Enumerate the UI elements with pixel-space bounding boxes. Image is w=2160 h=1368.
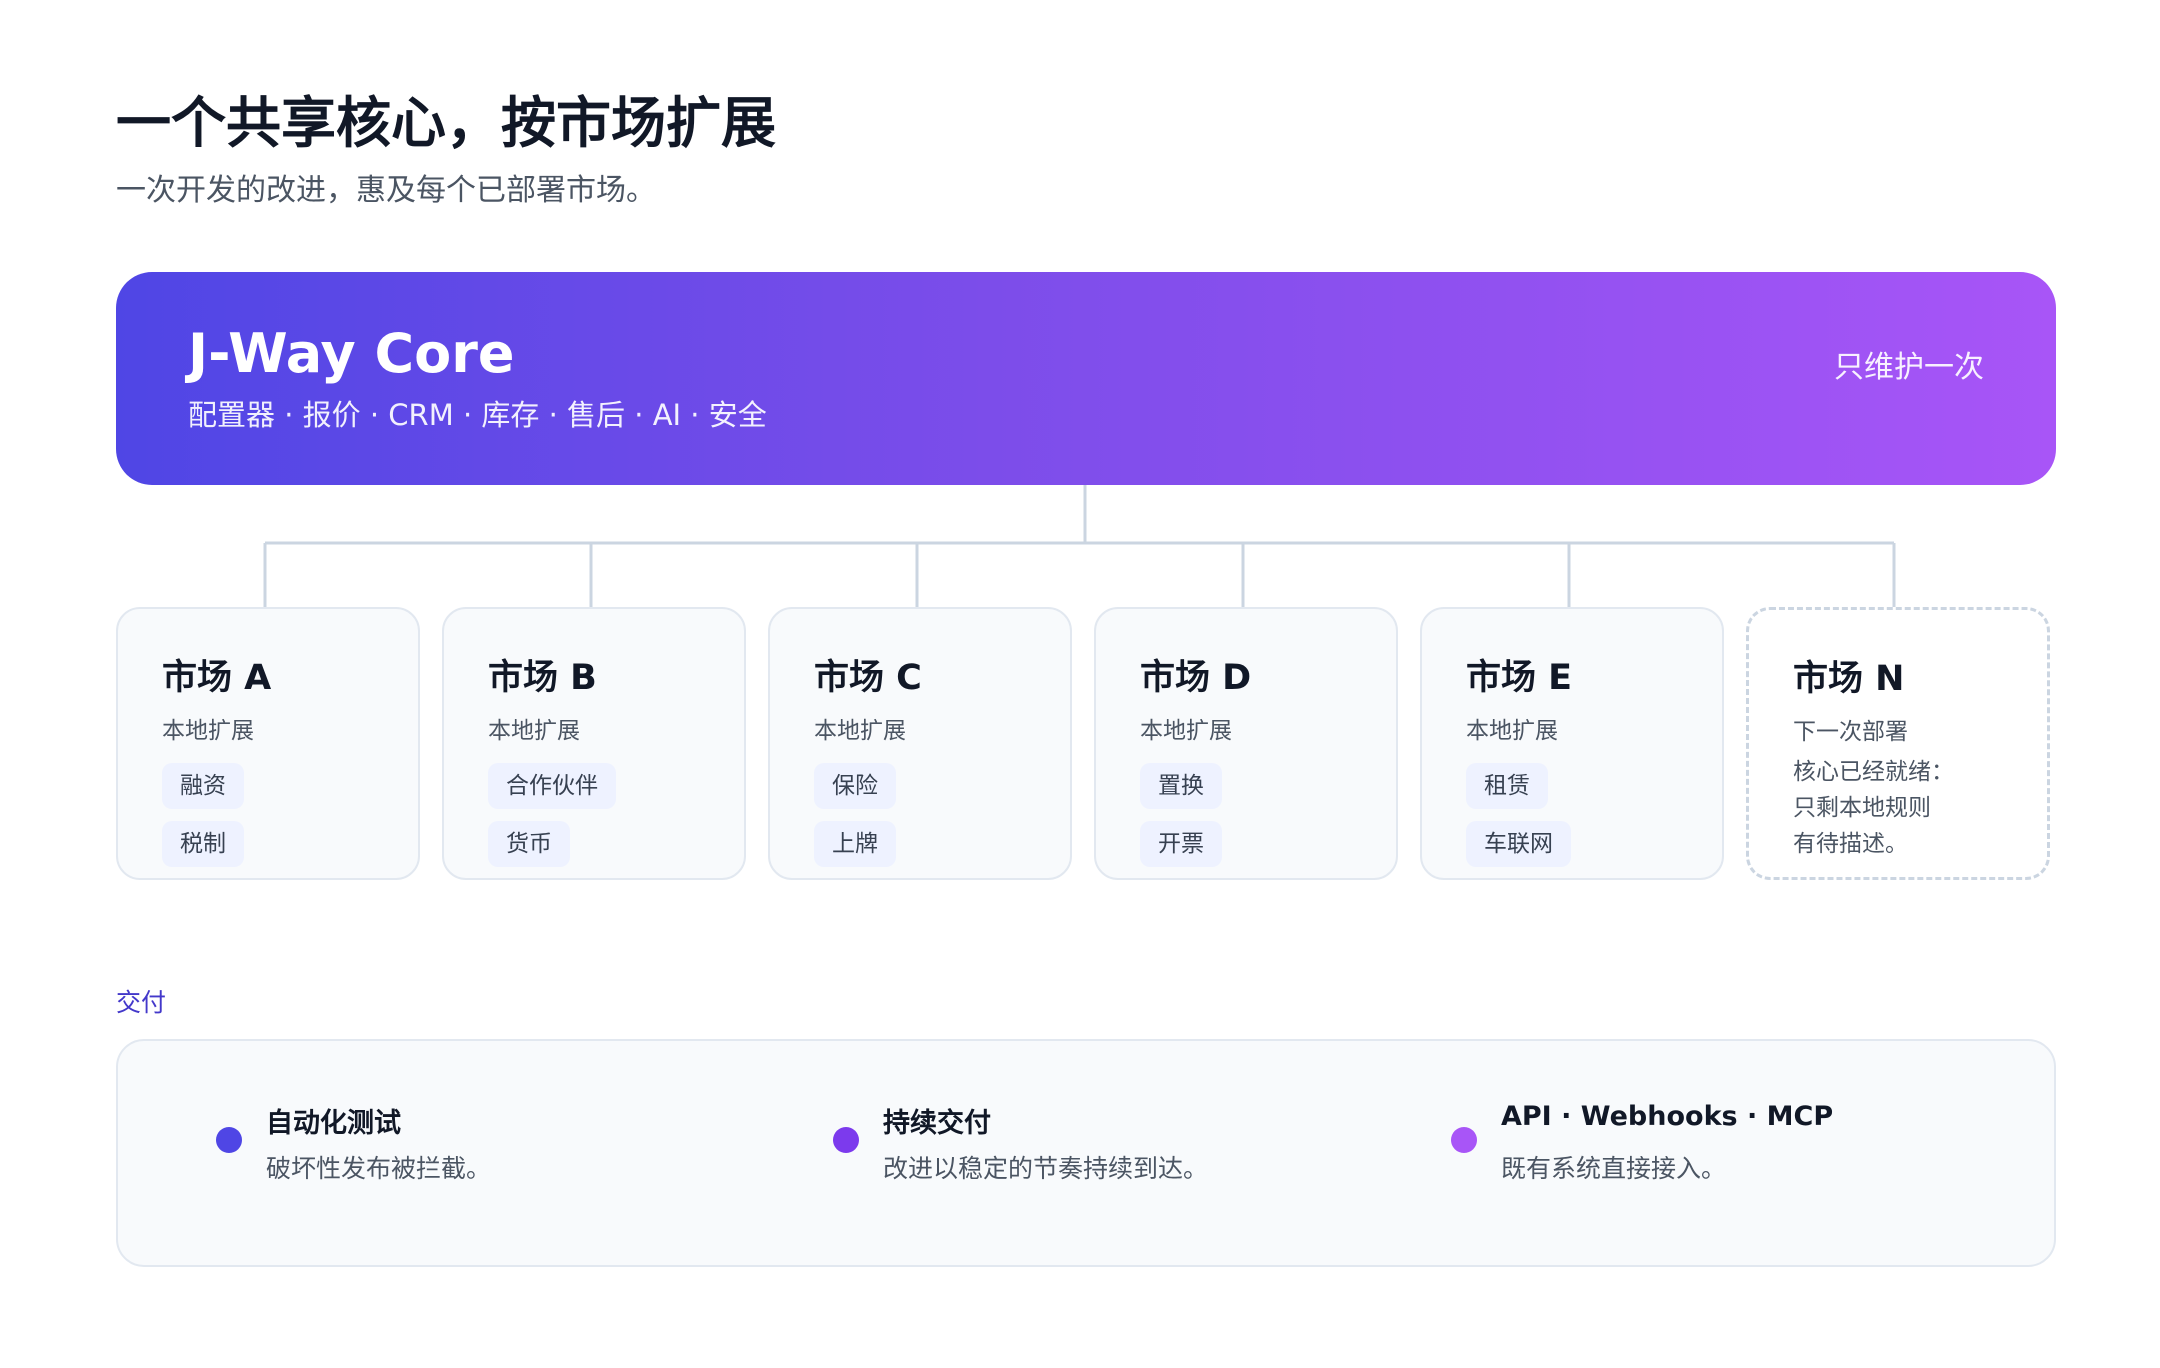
delivery-item-title: 持续交付 <box>883 1108 991 1139</box>
market-tag: 货币 <box>488 821 570 867</box>
market-subtitle: 本地扩展 <box>814 718 906 744</box>
delivery-item-desc: 改进以稳定的节奏持续到达。 <box>883 1154 1209 1183</box>
market-card-c: 市场 C 本地扩展 保险 上牌 <box>768 607 1072 880</box>
delivery-item-desc: 既有系统直接接入。 <box>1501 1154 1727 1183</box>
market-subtitle: 下一次部署 <box>1793 719 1908 745</box>
delivery-item-title: 自动化测试 <box>266 1108 401 1139</box>
market-tag: 保险 <box>814 763 896 809</box>
market-subtitle: 本地扩展 <box>162 718 254 744</box>
market-tag: 上牌 <box>814 821 896 867</box>
market-title: 市场 B <box>488 658 597 698</box>
market-tag: 置换 <box>1140 763 1222 809</box>
market-title: 市场 N <box>1793 659 1905 699</box>
market-subtitle: 本地扩展 <box>488 718 580 744</box>
market-tag: 开票 <box>1140 821 1222 867</box>
market-subtitle: 本地扩展 <box>1466 718 1558 744</box>
market-tag: 合作伙伴 <box>488 763 616 809</box>
market-title: 市场 C <box>814 658 922 698</box>
market-tag: 车联网 <box>1466 821 1571 867</box>
market-card-e: 市场 E 本地扩展 租赁 车联网 <box>1420 607 1724 880</box>
market-title: 市场 E <box>1466 658 1573 698</box>
market-subtitle: 本地扩展 <box>1140 718 1232 744</box>
delivery-panel: 自动化测试 破坏性发布被拦截。 持续交付 改进以稳定的节奏持续到达。 API ·… <box>116 1039 2056 1267</box>
delivery-section-label: 交付 <box>116 988 167 1017</box>
market-note-line: 只剩本地规则 <box>1793 795 1931 821</box>
dot-icon <box>216 1127 242 1153</box>
market-title: 市场 D <box>1140 658 1252 698</box>
market-note-line: 有待描述。 <box>1793 831 1908 857</box>
market-note-line: 核心已经就绪： <box>1793 759 1954 785</box>
market-card-b: 市场 B 本地扩展 合作伙伴 货币 <box>442 607 746 880</box>
delivery-item-desc: 破坏性发布被拦截。 <box>266 1154 492 1183</box>
market-card-d: 市场 D 本地扩展 置换 开票 <box>1094 607 1398 880</box>
market-tag: 融资 <box>162 763 244 809</box>
delivery-item-title: API · Webhooks · MCP <box>1501 1101 1834 1132</box>
market-note: 核心已经就绪： 只剩本地规则 有待描述。 <box>1793 754 1954 862</box>
market-tag: 租赁 <box>1466 763 1548 809</box>
market-card-a: 市场 A 本地扩展 融资 税制 <box>116 607 420 880</box>
market-title: 市场 A <box>162 658 272 698</box>
market-tag: 税制 <box>162 821 244 867</box>
dot-icon <box>1451 1127 1477 1153</box>
connector-tree <box>263 485 1896 607</box>
market-card-n: 市场 N 下一次部署 核心已经就绪： 只剩本地规则 有待描述。 <box>1746 607 2050 880</box>
dot-icon <box>833 1127 859 1153</box>
